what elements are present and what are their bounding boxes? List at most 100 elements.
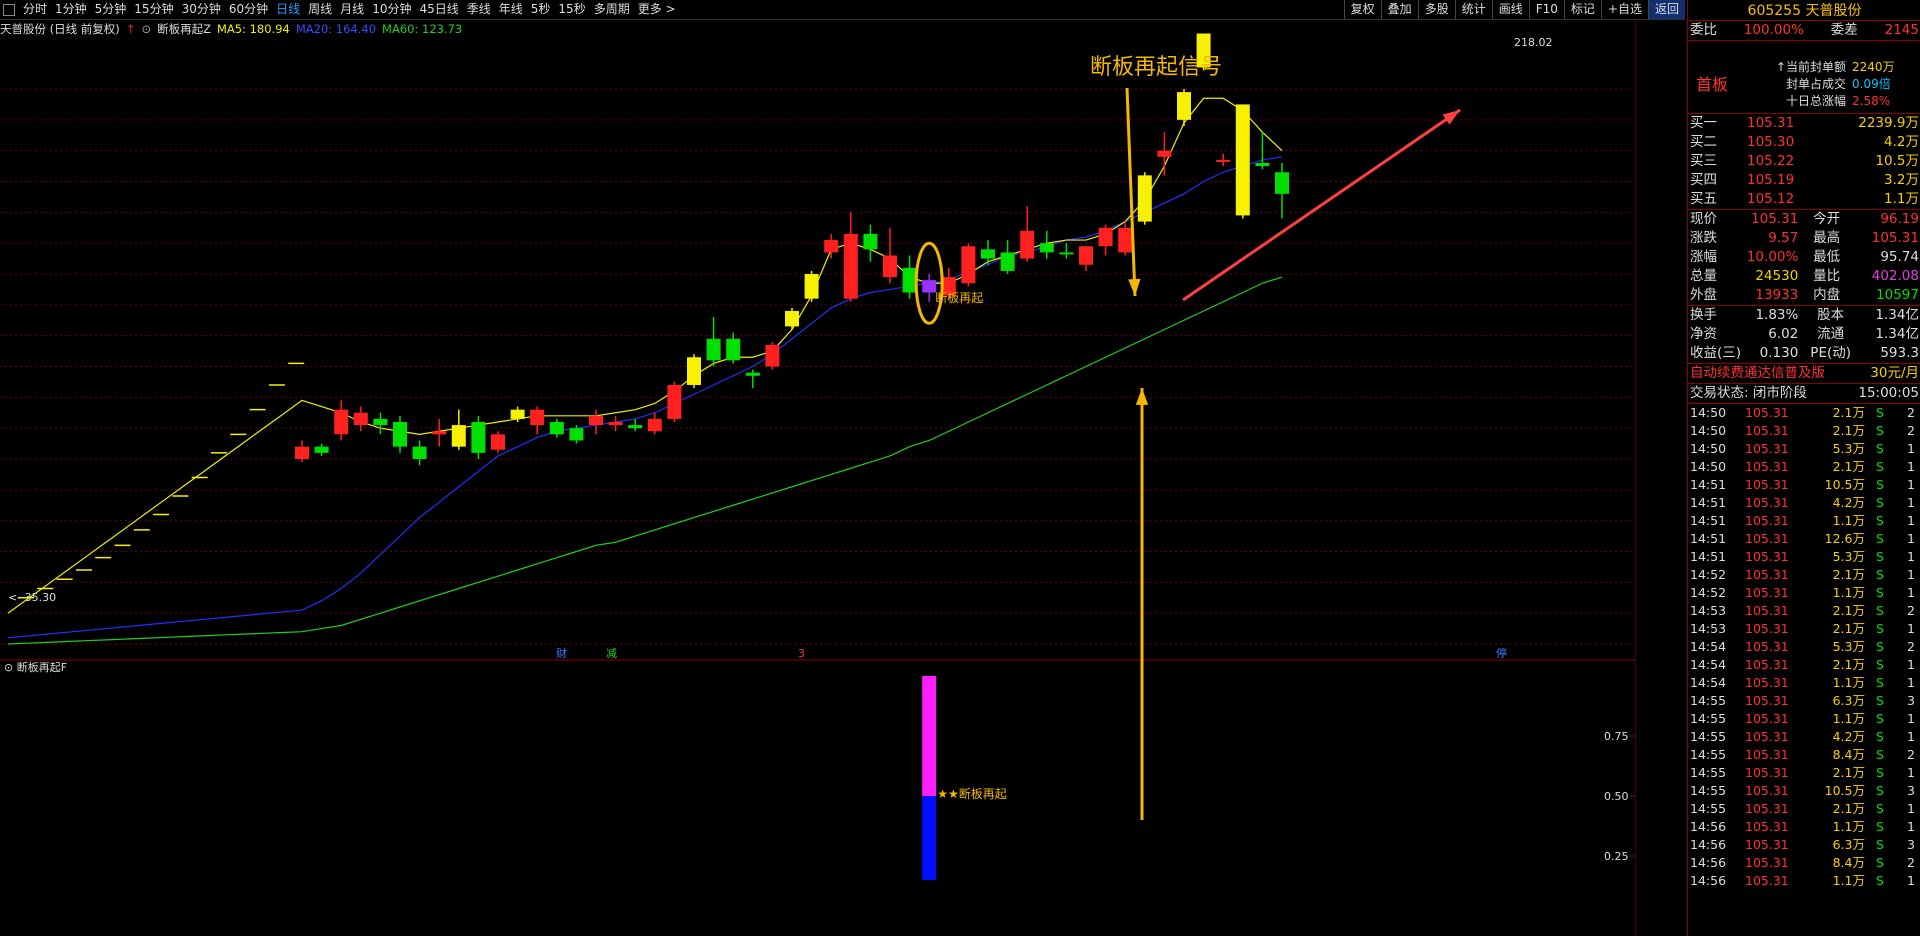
tick-cell: 1.1万 bbox=[1832, 585, 1865, 600]
tab-5[interactable]: 60分钟 bbox=[225, 0, 272, 19]
promo-row[interactable]: 自动续费通达信普及版 30元/月 bbox=[1688, 363, 1920, 383]
tick-cell: 14:50 bbox=[1690, 423, 1727, 438]
tick-cell: 14:54 bbox=[1690, 639, 1727, 654]
tick-cell: 105.31 bbox=[1745, 585, 1789, 600]
toolbar-button-3[interactable]: 统计 bbox=[1454, 0, 1492, 19]
tick-list[interactable]: 14:50 105.31 2.1万 S 2 14:50 105.31 2.1万 S 2 14:50 1… bbox=[1688, 403, 1920, 890]
tab-1[interactable]: 1分钟 bbox=[51, 0, 91, 19]
tick-cell: 2.1万 bbox=[1832, 765, 1865, 780]
tick-cell: 14:52 bbox=[1690, 567, 1727, 582]
tick-cell: 105.31 bbox=[1745, 675, 1789, 690]
tick-cell: S bbox=[1876, 639, 1884, 654]
toolbar-button-5[interactable]: F10 bbox=[1528, 0, 1564, 19]
tick-cell: S bbox=[1876, 783, 1884, 798]
candle-body bbox=[667, 385, 682, 419]
tick-cell: 105.31 bbox=[1745, 477, 1789, 492]
tick-cell: 105.31 bbox=[1745, 729, 1789, 744]
bid-row: 买三 105.22 10.5万 bbox=[1688, 152, 1920, 171]
tab-0[interactable]: 分时 bbox=[19, 0, 51, 19]
stat-label: 量比 bbox=[1813, 268, 1841, 284]
toolbar-button-4[interactable]: 画线 bbox=[1491, 0, 1529, 19]
toolbar-button-6[interactable]: 标记 bbox=[1563, 0, 1601, 19]
stat-label: 最高 bbox=[1813, 230, 1841, 246]
tick-row: 14:54 105.31 1.1万 S 1 bbox=[1688, 674, 1920, 692]
stat-value: 96.19 bbox=[1880, 211, 1919, 227]
tab-8[interactable]: 月线 bbox=[336, 0, 368, 19]
tick-cell: 14:55 bbox=[1690, 711, 1727, 726]
bid-row: 买五 105.12 1.1万 bbox=[1688, 190, 1920, 209]
tick-cell: 105.31 bbox=[1745, 567, 1789, 582]
candle-body bbox=[589, 415, 603, 426]
tab-14[interactable]: 15秒 bbox=[554, 0, 589, 19]
tick-cell: 5.3万 bbox=[1832, 441, 1865, 456]
low-price-label: <- 35.30 bbox=[8, 591, 56, 604]
seal-value: 2240万 bbox=[1852, 60, 1895, 74]
tick-cell: 1.1万 bbox=[1832, 513, 1865, 528]
toolbar-button-7[interactable]: +自选 bbox=[1600, 0, 1648, 19]
tab-6[interactable]: 日线 bbox=[272, 0, 304, 19]
tick-row: 14:52 105.31 1.1万 S 1 bbox=[1688, 584, 1920, 602]
tick-cell: 105.31 bbox=[1745, 765, 1789, 780]
stat-value: 1.34亿 bbox=[1875, 307, 1919, 323]
toolbar-button-2[interactable]: 多股 bbox=[1417, 0, 1455, 19]
stat-value: 1.83% bbox=[1755, 307, 1799, 323]
tab-9[interactable]: 10分钟 bbox=[368, 0, 415, 19]
tick-cell: 1.1万 bbox=[1832, 675, 1865, 690]
candle-body bbox=[393, 422, 407, 447]
kline-chart[interactable]: 200.0190.0180.0170.0160.0150.0140.0130.0… bbox=[0, 20, 1636, 936]
tab-4[interactable]: 30分钟 bbox=[178, 0, 225, 19]
tab-16[interactable]: 更多 > bbox=[634, 0, 680, 19]
toolbar-button-8[interactable]: 返回 bbox=[1647, 0, 1685, 19]
bid-label: 买一 bbox=[1690, 115, 1717, 131]
tab-10[interactable]: 45日线 bbox=[415, 0, 462, 19]
candle-body bbox=[687, 357, 701, 385]
candle-body bbox=[883, 255, 897, 278]
candle-body bbox=[824, 240, 839, 253]
event-marker[interactable]: 减 bbox=[606, 647, 617, 660]
tick-row: 14:50 105.31 5.3万 S 1 bbox=[1688, 440, 1920, 458]
tick-cell: 1 bbox=[1907, 585, 1915, 600]
tick-cell: 3 bbox=[1907, 837, 1915, 852]
tick-cell: 105.31 bbox=[1745, 873, 1789, 888]
tick-cell: S bbox=[1876, 855, 1884, 870]
indicator-name[interactable]: 断板再起Z bbox=[157, 21, 211, 37]
tab-12[interactable]: 年线 bbox=[495, 0, 527, 19]
subchart-title[interactable]: ⊙ 断板再起F bbox=[4, 660, 67, 674]
seal-line: ↑当前封单额 2240万 bbox=[1758, 59, 1895, 76]
stat-label: 换手 bbox=[1690, 307, 1717, 323]
event-marker[interactable]: 3 bbox=[798, 647, 805, 660]
candle-body bbox=[706, 338, 721, 361]
toolbar-button-0[interactable]: 复权 bbox=[1343, 0, 1381, 19]
bid-volume: 2239.9万 bbox=[1858, 115, 1919, 131]
tick-cell: 105.31 bbox=[1745, 603, 1789, 618]
tick-row: 14:51 105.31 4.2万 S 1 bbox=[1688, 494, 1920, 512]
tick-cell: S bbox=[1876, 621, 1884, 636]
trade-state: 交易状态: 闭市阶段 bbox=[1690, 385, 1807, 401]
event-marker[interactable]: 财 bbox=[556, 646, 567, 660]
tick-cell: 14:55 bbox=[1690, 747, 1727, 762]
tick-cell: 2 bbox=[1907, 423, 1915, 438]
weibi-label: 委比 bbox=[1690, 22, 1717, 38]
candle-body bbox=[353, 412, 368, 426]
toolbar-menu-icon[interactable] bbox=[3, 3, 15, 16]
tab-2[interactable]: 5分钟 bbox=[91, 0, 131, 19]
candle-body bbox=[843, 233, 858, 299]
event-marker[interactable]: 停 bbox=[1496, 646, 1507, 660]
candle-body bbox=[412, 446, 427, 459]
tab-3[interactable]: 15分钟 bbox=[130, 0, 177, 19]
tick-cell: 1 bbox=[1907, 513, 1915, 528]
tab-13[interactable]: 5秒 bbox=[527, 0, 555, 19]
toolbar-button-1[interactable]: 叠加 bbox=[1380, 0, 1418, 19]
bid-price: 105.19 bbox=[1747, 172, 1795, 188]
tick-cell: 105.31 bbox=[1745, 495, 1789, 510]
chevron-down-icon[interactable]: ⊙ bbox=[141, 22, 151, 36]
tab-11[interactable]: 季线 bbox=[463, 0, 495, 19]
candle-body bbox=[491, 434, 505, 450]
tick-cell: S bbox=[1876, 603, 1884, 618]
tab-7[interactable]: 周线 bbox=[304, 0, 336, 19]
tab-15[interactable]: 多周期 bbox=[590, 0, 634, 19]
tick-row: 14:54 105.31 5.3万 S 2 bbox=[1688, 638, 1920, 656]
tick-cell: S bbox=[1876, 729, 1884, 744]
tick-row: 14:51 105.31 1.1万 S 1 bbox=[1688, 512, 1920, 530]
seal-line: 封单占成交 0.09倍 bbox=[1758, 76, 1895, 93]
